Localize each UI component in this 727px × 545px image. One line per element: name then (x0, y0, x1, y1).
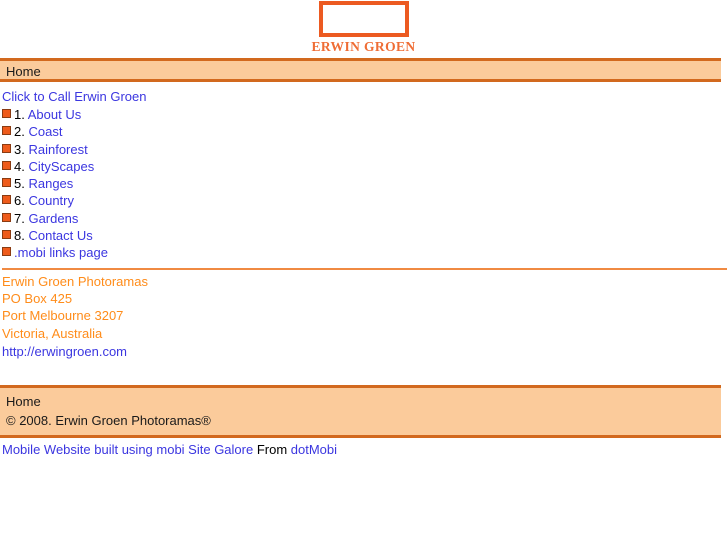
website-url-link[interactable]: http://erwingroen.com (2, 343, 727, 360)
main-content: Click to Call Erwin Groen 1. About Us 2.… (0, 82, 727, 360)
list-item-index: 2. (14, 124, 25, 140)
square-bullet-icon (2, 212, 11, 222)
list-item-index: 4. (14, 158, 25, 174)
list-item-link[interactable]: Country (28, 193, 74, 208)
header-home-bar[interactable]: Home (0, 58, 721, 82)
list-item[interactable]: 2. Coast (2, 123, 727, 140)
section-divider (2, 267, 727, 270)
square-bullet-icon (2, 178, 11, 188)
logo-rectangle-icon (318, 1, 409, 37)
footer-bar: Home © 2008. Erwin Groen Photoramas® (0, 385, 721, 439)
square-bullet-icon (2, 247, 11, 257)
address-line: Erwin Groen Photoramas (2, 273, 148, 289)
square-bullet-icon (2, 109, 11, 118)
address-line: Port Melbourne 3207 (2, 308, 124, 324)
list-item[interactable]: 5. Ranges (2, 175, 727, 192)
square-bullet-icon (2, 230, 11, 240)
logo-wordmark: ERWIN GROEN (311, 39, 416, 54)
square-bullet-icon (2, 160, 11, 170)
list-item-link[interactable]: About Us (28, 107, 81, 122)
list-item-index: 8. (14, 228, 25, 244)
square-bullet-icon (2, 126, 11, 136)
square-bullet-icon (2, 143, 11, 153)
square-bullet-icon (2, 195, 11, 205)
list-item-index: 7. (14, 210, 25, 226)
address-block: Erwin Groen Photoramas PO Box 425 Port M… (2, 273, 727, 360)
footer-home-link[interactable]: Home (6, 392, 721, 411)
list-item-link[interactable]: Coast (28, 124, 62, 139)
list-item-index: 1. (14, 107, 25, 122)
list-item[interactable]: .mobi links page (2, 244, 727, 261)
list-item-link[interactable]: CityScapes (28, 159, 94, 174)
dotmobi-link[interactable]: dotMobi (291, 442, 337, 457)
header-home-label: Home (6, 64, 41, 79)
address-line: Victoria, Australia (2, 325, 103, 341)
builder-credit: Mobile Website built using mobi Site Gal… (0, 438, 727, 459)
list-item-link[interactable]: .mobi links page (14, 245, 108, 260)
credit-middle-text: From (253, 442, 291, 458)
site-builder-link[interactable]: Mobile Website built using mobi Site Gal… (2, 442, 253, 457)
list-item[interactable]: 4. CityScapes (2, 158, 727, 175)
site-logo: ERWIN GROEN (0, 0, 727, 55)
list-item[interactable]: 7. Gardens (2, 210, 727, 227)
click-to-call-link[interactable]: Click to Call Erwin Groen (2, 88, 727, 105)
list-item[interactable]: 8. Contact Us (2, 227, 727, 244)
list-item[interactable]: 3. Rainforest (2, 141, 727, 158)
copyright-text: © 2008. Erwin Groen Photoramas® (6, 413, 211, 429)
address-line: PO Box 425 (2, 290, 73, 306)
list-item-index: 6. (14, 193, 25, 209)
list-item-link[interactable]: Contact Us (28, 228, 92, 243)
section-links-list: 1. About Us 2. Coast 3. Rainforest 4. Ci… (2, 106, 727, 262)
list-item[interactable]: 1. About Us (2, 106, 727, 123)
list-item-link[interactable]: Gardens (28, 211, 78, 226)
list-item-link[interactable]: Rainforest (28, 142, 87, 157)
list-item-link[interactable]: Ranges (28, 176, 73, 191)
list-item-index: 5. (14, 176, 25, 192)
list-item-index: 3. (14, 141, 25, 157)
list-item[interactable]: 6. Country (2, 192, 727, 209)
